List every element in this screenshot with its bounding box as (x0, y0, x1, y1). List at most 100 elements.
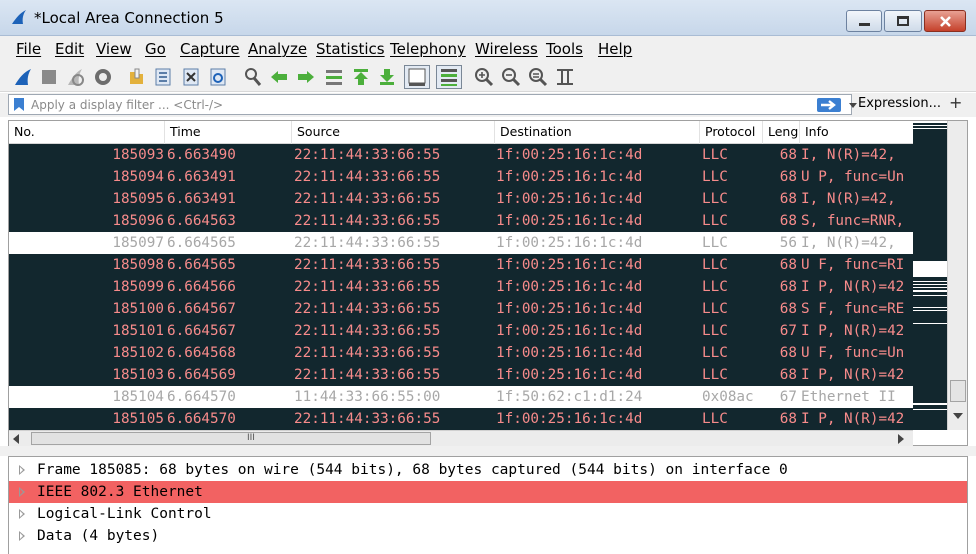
packet-number: 185093 (112, 147, 164, 163)
bookmark-icon[interactable] (13, 97, 25, 112)
packet-number: 185098 (112, 257, 164, 273)
detail-tree-item[interactable]: Data (4 bytes) (9, 525, 967, 547)
go-last-button[interactable] (376, 66, 398, 88)
stop-capture-button[interactable] (38, 66, 60, 88)
minimize-button[interactable] (846, 10, 882, 32)
go-back-button[interactable] (268, 66, 290, 88)
expand-arrow-icon[interactable] (19, 465, 25, 475)
menu-file[interactable]: File (16, 40, 41, 58)
table-row[interactable]: 185094 6.663491 22:11:44:33:66:55 1f:00:25:… (9, 166, 913, 188)
menu-edit[interactable]: Edit (55, 40, 84, 58)
save-file-button[interactable] (152, 66, 174, 88)
zoom-normal-button[interactable] (527, 66, 549, 88)
table-row[interactable]: 185101 6.664567 22:11:44:33:66:55 1f:00:25:… (9, 320, 913, 342)
maximize-icon (897, 16, 909, 26)
table-row[interactable]: 185098 6.664565 22:11:44:33:66:55 1f:00:25:… (9, 254, 913, 276)
resize-columns-icon (557, 69, 573, 85)
table-row[interactable]: 185100 6.664567 22:11:44:33:66:55 1f:00:25:… (9, 298, 913, 320)
column-header-info[interactable]: Info (800, 121, 913, 144)
table-row[interactable]: 185097 6.664565 22:11:44:33:66:55 1f:00:25:… (9, 232, 913, 254)
auto-scroll-button[interactable] (404, 65, 430, 89)
table-row[interactable]: 185099 6.664566 22:11:44:33:66:55 1f:00:25:… (9, 276, 913, 298)
packet-time: 6.664566 (167, 279, 236, 295)
add-filter-button[interactable]: + (949, 93, 962, 112)
apply-filter-button[interactable] (817, 98, 841, 112)
scroll-down-icon[interactable] (953, 413, 963, 419)
main-toolbar (0, 62, 976, 92)
menu-capture[interactable]: Capture (180, 40, 240, 58)
close-file-button[interactable] (180, 66, 202, 88)
menu-telephony[interactable]: Telephony (390, 40, 466, 58)
wireshark-fin-icon (12, 10, 26, 24)
find-packet-button[interactable] (242, 66, 264, 88)
table-row[interactable]: 185096 6.664563 22:11:44:33:66:55 1f:00:25:… (9, 210, 913, 232)
go-first-icon (354, 69, 368, 85)
resize-columns-button[interactable] (554, 66, 576, 88)
zoom-out-button[interactable] (500, 66, 522, 88)
column-header-no[interactable]: No. (9, 121, 165, 144)
menu-help[interactable]: Help (598, 40, 632, 58)
menu-statistics[interactable]: Statistics (316, 40, 385, 58)
zoom-in-button[interactable] (473, 66, 495, 88)
go-to-packet-button[interactable] (323, 66, 345, 88)
colorize-button[interactable] (436, 65, 462, 89)
packet-length: 67 (779, 389, 797, 405)
reload-icon (210, 68, 226, 86)
table-row[interactable]: 185104 6.664570 11:44:33:66:55:00 1f:50:62:… (9, 386, 913, 408)
packet-source: 22:11:44:33:66:55 (294, 323, 441, 339)
column-header-destination[interactable]: Destination (495, 121, 700, 144)
detail-tree-item[interactable]: IEEE 802.3 Ethernet (9, 481, 967, 503)
column-header-source[interactable]: Source (292, 121, 495, 144)
column-header-protocol[interactable]: Protocol (700, 121, 763, 144)
go-forward-icon (298, 71, 314, 83)
packet-time: 6.664570 (167, 389, 236, 405)
menu-view[interactable]: View (96, 40, 132, 58)
scroll-left-icon[interactable] (13, 434, 19, 444)
minimize-icon (859, 23, 870, 26)
reload-button[interactable] (207, 66, 229, 88)
menu-analyze[interactable]: Analyze (248, 40, 307, 58)
pane-splitter[interactable] (0, 446, 976, 456)
capture-options-button[interactable] (92, 66, 114, 88)
menu-go[interactable]: Go (145, 40, 166, 58)
packet-info: I, N(R)=42, (801, 147, 896, 163)
column-header-length[interactable]: Leng (763, 121, 800, 144)
menu-tools[interactable]: Tools (546, 40, 583, 58)
packet-details: Frame 185085: 68 bytes on wire (544 bits… (8, 456, 968, 554)
column-header-time[interactable]: Time (165, 121, 292, 144)
menu-wireless[interactable]: Wireless (475, 40, 538, 58)
packet-source: 11:44:33:66:55:00 (294, 389, 441, 405)
packet-destination: 1f:00:25:16:1c:4d (496, 147, 643, 163)
expand-arrow-icon[interactable] (19, 531, 25, 541)
horizontal-scrollbar[interactable]: III (9, 430, 913, 446)
close-button[interactable] (924, 10, 966, 32)
packet-time: 6.664565 (167, 235, 236, 251)
display-filter-input[interactable] (31, 96, 801, 113)
table-row[interactable]: 185103 6.664569 22:11:44:33:66:55 1f:00:25:… (9, 364, 913, 386)
start-capture-button[interactable] (12, 66, 34, 88)
restart-capture-button[interactable] (64, 66, 86, 88)
detail-tree-item[interactable]: Frame 185085: 68 bytes on wire (544 bits… (9, 459, 967, 481)
vertical-scrollbar[interactable] (947, 121, 967, 430)
table-row[interactable]: 185093 6.663490 22:11:44:33:66:55 1f:00:25:… (9, 144, 913, 166)
restart-icon (68, 69, 84, 86)
open-folder-icon (130, 68, 143, 84)
expression-button[interactable]: Expression... (858, 96, 941, 111)
packet-minimap[interactable] (913, 121, 947, 430)
packet-number: 185101 (112, 323, 164, 339)
go-first-button[interactable] (350, 66, 372, 88)
expand-arrow-icon[interactable] (19, 509, 25, 519)
detail-tree-item[interactable]: Logical-Link Control (9, 503, 967, 525)
table-row[interactable]: 185105 6.664570 22:11:44:33:66:55 1f:00:25:… (9, 408, 913, 430)
table-row[interactable]: 185095 6.663491 22:11:44:33:66:55 1f:00:25:… (9, 188, 913, 210)
vertical-scroll-thumb[interactable] (950, 380, 966, 402)
open-file-button[interactable] (126, 66, 148, 88)
go-forward-button[interactable] (295, 66, 317, 88)
zoom-in-icon (475, 68, 494, 87)
save-file-icon (155, 68, 171, 86)
maximize-button[interactable] (884, 10, 922, 32)
horizontal-scroll-thumb[interactable]: III (31, 432, 431, 445)
scroll-right-icon[interactable] (898, 434, 904, 444)
table-row[interactable]: 185102 6.664568 22:11:44:33:66:55 1f:00:25:… (9, 342, 913, 364)
expand-arrow-icon[interactable] (19, 487, 25, 497)
